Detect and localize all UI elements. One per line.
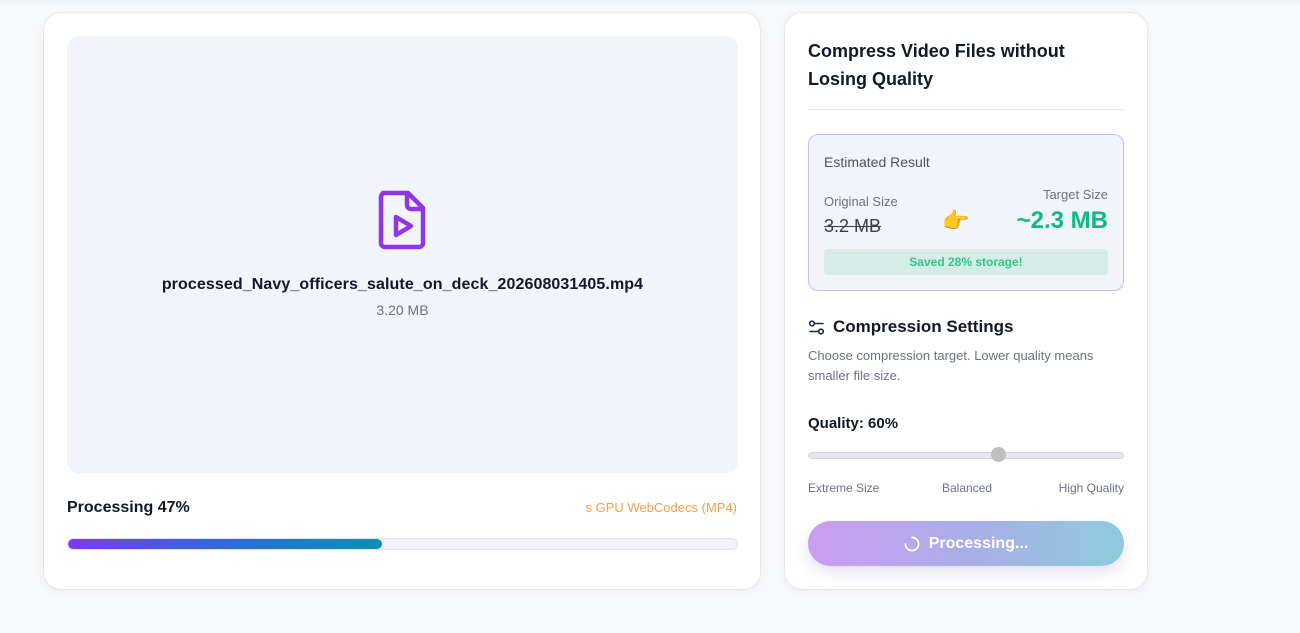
engine-label: s GPU WebCodecs (MP4) [585,500,737,515]
tick-extreme-size: Extreme Size [808,481,880,495]
original-size-value: 3.2 MB [824,216,882,236]
original-size-label: Original Size [824,194,898,209]
quality-label: Quality: 60% [808,415,899,432]
tick-high-quality: High Quality [1058,481,1124,495]
quality-slider-thumb[interactable] [990,447,1006,462]
progress-bar-fill [68,539,383,549]
settings-card: Compress Video Files without Losing Qual… [784,12,1148,590]
target-size-label: Target Size [1042,187,1108,202]
pointing-hand-icon: 👉 [942,208,970,233]
compression-settings-title: Compression Settings [833,317,1014,336]
file-preview: processed_Navy_officers_salute_on_deck_2… [67,36,738,473]
file-size: 3.20 MB [376,302,429,318]
page-title: Compress Video Files without Losing Qual… [808,41,1065,89]
sliders-icon [808,320,825,335]
processing-status: Processing 47% [67,499,190,516]
progress-bar [67,538,738,550]
target-size-value: ~2.3 MB [1016,207,1108,234]
preview-card: processed_Navy_officers_salute_on_deck_2… [43,12,761,590]
processing-button-label: Processing... [928,534,1029,552]
tick-balanced: Balanced [942,481,993,495]
saved-storage-badge: Saved 28% storage! [824,249,1108,275]
divider [808,109,1124,110]
file-video-icon [378,190,426,250]
estimated-result-heading: Estimated Result [824,154,930,170]
spinner-icon [904,536,920,551]
quality-slider[interactable] [808,452,1124,459]
file-name: processed_Navy_officers_salute_on_deck_2… [161,276,644,293]
estimated-result-box: Estimated Result Original Size 3.2 MB 👉 … [808,134,1124,291]
compression-settings-description: Choose compression target. Lower quality… [808,348,1094,383]
top-shade [0,0,1300,8]
processing-button[interactable]: Processing... [808,521,1124,566]
